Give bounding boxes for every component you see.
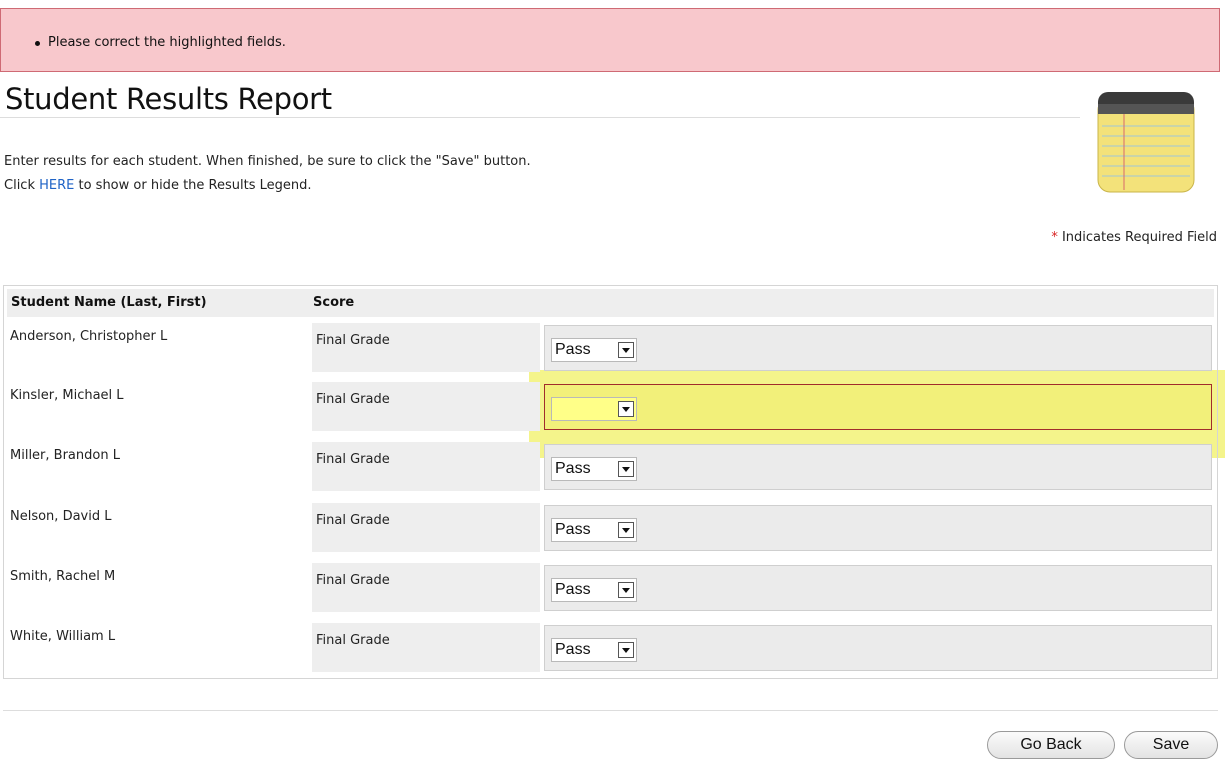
- dropdown-arrow-icon[interactable]: [618, 582, 634, 598]
- score-label: Final Grade: [316, 633, 390, 648]
- grade-select-value: Pass: [555, 581, 591, 598]
- grade-select[interactable]: Pass: [551, 518, 637, 542]
- title-divider: [0, 117, 1080, 118]
- student-name: Miller, Brandon L: [10, 448, 120, 463]
- grade-select-value: Pass: [555, 521, 591, 538]
- score-label: Final Grade: [316, 452, 390, 467]
- error-list: Please correct the highlighted fields.: [35, 35, 286, 50]
- score-label: Final Grade: [316, 513, 390, 528]
- intro-line-2-prefix: Click: [4, 178, 40, 193]
- score-label-cell: Final Grade: [312, 563, 540, 612]
- dropdown-arrow-icon[interactable]: [618, 461, 634, 477]
- intro-line-2: Click HERE to show or hide the Results L…: [4, 174, 531, 198]
- score-label: Final Grade: [316, 573, 390, 588]
- required-note-text: Indicates Required Field: [1057, 230, 1217, 245]
- score-field-cell: Pass: [544, 444, 1212, 490]
- dropdown-arrow-icon[interactable]: [618, 401, 634, 417]
- grade-select[interactable]: [551, 397, 637, 421]
- table-header: Student Name (Last, First) Score: [7, 289, 1214, 317]
- required-field-note: * Indicates Required Field: [1051, 230, 1217, 245]
- grade-select-value: Pass: [555, 641, 591, 658]
- dropdown-arrow-icon[interactable]: [618, 522, 634, 538]
- score-field-cell: Pass: [544, 565, 1212, 611]
- header-score: Score: [313, 295, 355, 310]
- student-name: White, William L: [10, 629, 116, 644]
- score-label: Final Grade: [316, 333, 390, 348]
- student-name: Nelson, David L: [10, 509, 112, 524]
- student-name: Kinsler, Michael L: [10, 388, 124, 403]
- grade-select[interactable]: Pass: [551, 338, 637, 362]
- grade-select[interactable]: Pass: [551, 457, 637, 481]
- grade-select[interactable]: Pass: [551, 638, 637, 662]
- notepad-icon: [1097, 92, 1195, 193]
- save-button[interactable]: Save: [1124, 731, 1218, 759]
- score-label: Final Grade: [316, 392, 390, 407]
- go-back-button[interactable]: Go Back: [987, 731, 1115, 759]
- score-field-cell: Pass: [544, 505, 1212, 551]
- error-message-box: Please correct the highlighted fields.: [0, 8, 1220, 72]
- page-title: Student Results Report: [5, 82, 332, 116]
- score-label-cell: Final Grade: [312, 382, 540, 431]
- grade-select[interactable]: Pass: [551, 578, 637, 602]
- student-name: Smith, Rachel M: [10, 569, 116, 584]
- intro-text: Enter results for each student. When fin…: [4, 150, 531, 198]
- score-label-cell: Final Grade: [312, 623, 540, 672]
- intro-line-1: Enter results for each student. When fin…: [4, 154, 531, 169]
- legend-toggle-link[interactable]: HERE: [39, 178, 74, 193]
- grade-select-value: Pass: [555, 341, 591, 358]
- score-field-cell: Pass: [544, 625, 1212, 671]
- results-table: Student Name (Last, First) Score Anderso…: [3, 285, 1218, 679]
- student-name: Anderson, Christopher L: [10, 329, 168, 344]
- grade-select-value: Pass: [555, 460, 591, 477]
- intro-line-2-suffix: to show or hide the Results Legend.: [74, 178, 312, 193]
- score-label-cell: Final Grade: [312, 503, 540, 552]
- footer-divider: [3, 710, 1218, 711]
- score-field-cell-error: [544, 384, 1212, 430]
- score-field-cell: Pass: [544, 325, 1212, 371]
- dropdown-arrow-icon[interactable]: [618, 642, 634, 658]
- header-student-name: Student Name (Last, First): [11, 295, 207, 310]
- dropdown-arrow-icon[interactable]: [618, 342, 634, 358]
- score-label-cell: Final Grade: [312, 323, 540, 372]
- score-label-cell: Final Grade: [312, 442, 540, 491]
- error-item: Please correct the highlighted fields.: [35, 35, 286, 50]
